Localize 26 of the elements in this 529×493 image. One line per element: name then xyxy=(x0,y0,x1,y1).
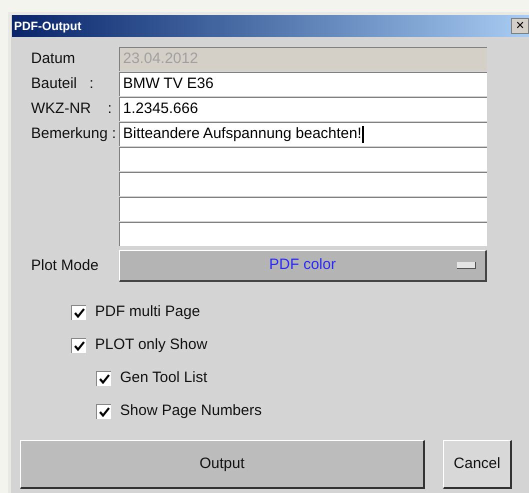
output-button[interactable]: Output xyxy=(20,440,425,489)
plot-mode-dropdown[interactable]: PDF color xyxy=(119,250,487,282)
checkbox-label: PDF multi Page xyxy=(95,302,200,322)
cancel-button[interactable]: Cancel xyxy=(443,440,512,489)
text-field[interactable]: Bitteandere Aufspannung beachten! xyxy=(119,122,487,146)
checkbox-label: Gen Tool List xyxy=(120,368,208,388)
checkbox[interactable] xyxy=(71,338,86,353)
dropdown-bar-icon xyxy=(457,262,476,269)
checkbox[interactable] xyxy=(96,371,111,386)
text-field[interactable]: 1.2345.666 xyxy=(119,97,487,121)
checkbox-label: PLOT only Show xyxy=(95,335,208,356)
field-label: Bemerkung : xyxy=(30,124,118,144)
field-label: Datum xyxy=(30,48,76,69)
checkbox[interactable] xyxy=(96,404,111,419)
text-field[interactable] xyxy=(119,147,487,171)
text-field[interactable]: BMW TV E36 xyxy=(119,72,487,96)
checkbox-label: Show Page Numbers xyxy=(120,401,262,422)
field-label: Plot Mode xyxy=(30,256,100,276)
text-field[interactable] xyxy=(119,172,487,196)
text-field[interactable] xyxy=(119,197,487,221)
close-button[interactable]: ✕ xyxy=(511,18,529,34)
field-label: WKZ-NR : xyxy=(30,98,113,119)
checkbox[interactable] xyxy=(71,305,86,320)
field-label: Bauteil : xyxy=(30,74,95,94)
text-field[interactable] xyxy=(119,222,487,246)
window-title: PDF-Output xyxy=(13,18,82,35)
